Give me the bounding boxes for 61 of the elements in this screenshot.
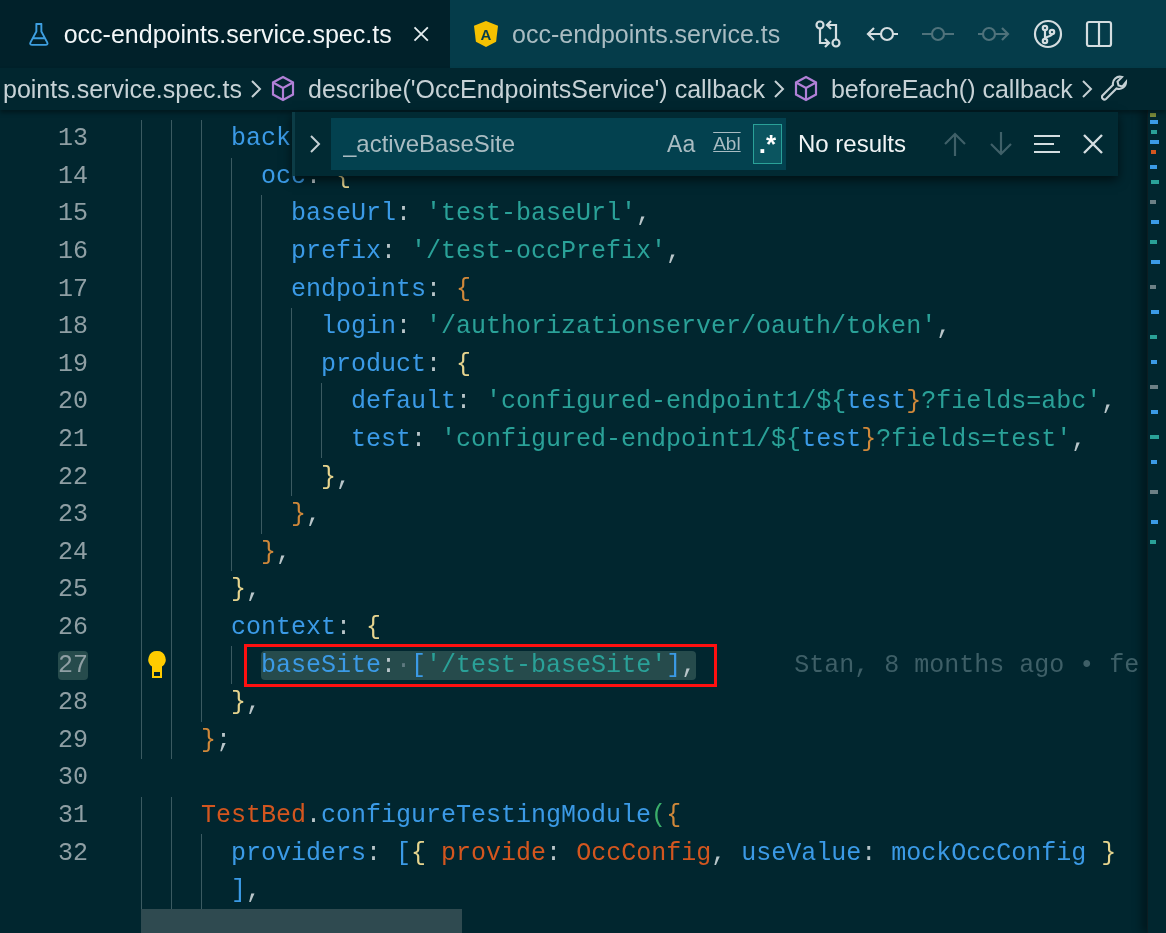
line-number: 28 — [58, 688, 88, 718]
code-line: }, — [231, 575, 262, 605]
breadcrumb-item[interactable]: points.service.spec.ts — [3, 74, 242, 104]
code-line: providers: [{ provide: OccConfig, useValue: mockOccConfig } — [231, 838, 1117, 868]
search-field[interactable]: _activeBaseSite Aa Abl .* — [331, 118, 786, 170]
wrench-icon — [1100, 75, 1129, 103]
code-line: default: 'configured-endpoint1/${test}?fields=abc', — [351, 387, 1117, 417]
code-line: }, — [261, 537, 292, 567]
find-option-toggle[interactable]: Abl — [707, 124, 747, 164]
blame-annotation: Stan, 8 months ago • fe — [794, 650, 1140, 680]
line-number: 16 — [58, 237, 88, 267]
line-number: 24 — [58, 537, 88, 567]
line-number: 15 — [58, 199, 88, 229]
code-line: }; — [201, 725, 232, 755]
chevron-right-icon — [309, 133, 321, 155]
line-number: 19 — [58, 349, 88, 379]
code-line: }, — [321, 462, 352, 492]
line-number: 14 — [58, 161, 88, 191]
line-number: 32 — [58, 838, 88, 868]
breadcrumb-item[interactable]: beforeEach() callback — [792, 74, 1073, 104]
line-number: 25 — [58, 575, 88, 605]
branch-icon — [1033, 19, 1064, 49]
chevron-right-icon — [250, 79, 262, 99]
chevron-right-icon — [772, 79, 785, 99]
line-number: 29 — [58, 725, 88, 755]
code-line: product: { — [321, 349, 472, 379]
code-line: context: { — [231, 613, 382, 642]
line-number: 31 — [58, 801, 88, 830]
flask-icon — [28, 20, 50, 48]
code-line: back — [231, 124, 291, 154]
chevron-right-icon — [1080, 79, 1093, 99]
line-number: 17 — [58, 274, 88, 304]
breadcrumb-item[interactable] — [1100, 75, 1129, 103]
line-number: 13 — [58, 124, 88, 154]
line-number: 21 — [58, 425, 88, 455]
line-number: 18 — [58, 312, 88, 342]
split-editor-icon — [1085, 20, 1114, 48]
code-line: prefix: '/test-occPrefix', — [291, 237, 682, 267]
cube-icon — [270, 75, 296, 103]
code-line: endpoints: { — [291, 274, 472, 304]
angular-badge: A — [474, 21, 498, 47]
breadcrumb-item[interactable]: describe('OccEndpointsService') callback — [270, 74, 765, 104]
code-line: }, — [231, 688, 262, 718]
line-number: 20 — [58, 387, 88, 417]
find-option-toggle[interactable]: .* — [752, 124, 782, 164]
line-number: 27 — [58, 650, 88, 680]
line-number: 26 — [58, 613, 88, 642]
code-line: ], — [231, 876, 262, 906]
editor-tab[interactable]: A occ-endpoints.service.ts — [450, 0, 801, 68]
code-line: baseUrl: 'test-baseUrl', — [291, 199, 652, 229]
line-number: 23 — [58, 500, 88, 530]
cube-icon — [792, 75, 819, 103]
code-line: TestBed.configureTestingModule({ — [201, 801, 682, 830]
find-option-toggle[interactable]: Aa — [661, 124, 702, 164]
editor-tab[interactable]: occ-endpoints.service.spec.ts — [0, 0, 450, 68]
result-count: No results — [798, 130, 907, 158]
line-number: 30 — [58, 763, 88, 793]
code-line: login: '/authorizationserver/oauth/token', — [321, 312, 952, 342]
code-line: test: 'configured-endpoint1/${test}?fields=test', — [351, 425, 1087, 455]
code-line: }, — [291, 500, 322, 530]
line-number: 22 — [58, 462, 88, 492]
